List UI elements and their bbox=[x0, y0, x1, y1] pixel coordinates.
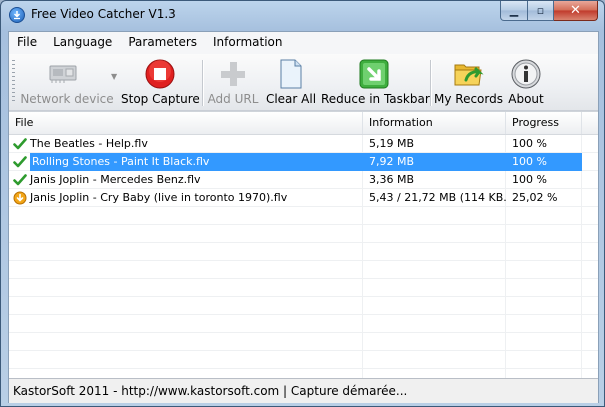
minimize-icon: ▁ bbox=[509, 4, 519, 17]
reduce-taskbar-label: Reduce in Taskbar bbox=[321, 92, 430, 106]
menu-file[interactable]: File bbox=[9, 32, 45, 54]
menu-information[interactable]: Information bbox=[205, 32, 290, 54]
file-information: 5,43 / 21,72 MB (114 KB... bbox=[369, 191, 506, 204]
download-app-icon bbox=[9, 7, 25, 23]
file-name: Janis Joplin - Mercedes Benz.flv bbox=[30, 173, 201, 186]
stop-icon bbox=[145, 59, 175, 89]
blank-document-icon bbox=[280, 59, 302, 89]
close-button[interactable]: ✕ bbox=[554, 1, 598, 21]
file-information: 7,92 MB bbox=[363, 153, 506, 171]
file-information: 5,19 MB bbox=[369, 137, 415, 150]
network-card-icon bbox=[49, 65, 77, 83]
check-icon bbox=[13, 138, 27, 150]
file-name: Janis Joplin - Cry Baby (live in toronto… bbox=[30, 191, 288, 204]
about-button[interactable]: About bbox=[505, 56, 547, 108]
table-row[interactable]: The Beatles - Help.flv 5,19 MB 100 % bbox=[9, 135, 598, 153]
my-records-button[interactable]: My Records bbox=[434, 56, 503, 108]
folder-arrow-icon bbox=[454, 64, 484, 86]
info-icon bbox=[511, 59, 541, 89]
clear-all-label: Clear All bbox=[265, 92, 317, 106]
add-url-label: Add URL bbox=[207, 92, 259, 106]
file-progress: 100 % bbox=[506, 153, 582, 171]
toolbar-separator bbox=[202, 60, 203, 106]
minimize-button[interactable]: ▁ bbox=[500, 1, 528, 21]
file-progress: 100 % bbox=[512, 173, 547, 186]
window-title: Free Video Catcher V1.3 bbox=[31, 7, 176, 21]
stop-capture-button[interactable]: Stop Capture bbox=[121, 56, 200, 108]
close-icon: ✕ bbox=[570, 3, 581, 18]
column-header-progress[interactable]: Progress bbox=[506, 112, 582, 134]
reduce-taskbar-button[interactable]: Reduce in Taskbar bbox=[321, 56, 430, 108]
status-text: KastorSoft 2011 - http://www.kastorsoft.… bbox=[13, 384, 408, 398]
minimize-to-tray-icon bbox=[359, 59, 389, 89]
table-row[interactable]: Janis Joplin - Mercedes Benz.flv 3,36 MB… bbox=[9, 171, 598, 189]
maximize-button[interactable]: ▫ bbox=[528, 1, 554, 21]
file-progress: 100 % bbox=[512, 137, 547, 150]
app-window: Free Video Catcher V1.3 ▁ ▫ ✕ File Langu… bbox=[0, 0, 605, 407]
file-information: 3,36 MB bbox=[369, 173, 415, 186]
list-header: File Information Progress bbox=[9, 112, 598, 135]
menu-language[interactable]: Language bbox=[45, 32, 120, 54]
network-device-label: Network device bbox=[20, 92, 114, 106]
file-progress: 25,02 % bbox=[512, 191, 558, 204]
file-name: Rolling Stones - Paint It Black.flv bbox=[30, 153, 363, 171]
stop-capture-label: Stop Capture bbox=[121, 92, 200, 106]
check-icon bbox=[13, 174, 27, 186]
client-area: File Language Parameters Information ▼ N… bbox=[8, 31, 599, 403]
status-bar: KastorSoft 2011 - http://www.kastorsoft.… bbox=[9, 378, 598, 403]
table-row-selected[interactable]: Rolling Stones - Paint It Black.flv 7,92… bbox=[9, 153, 598, 171]
table-row[interactable]: Janis Joplin - Cry Baby (live in toronto… bbox=[9, 189, 598, 207]
clear-all-button[interactable]: Clear All bbox=[264, 56, 318, 108]
network-device-button[interactable]: ▼ Network device bbox=[17, 56, 117, 108]
about-label: About bbox=[508, 92, 544, 106]
capture-list[interactable]: File Information Progress The Beatles - … bbox=[9, 111, 598, 379]
toolbar-separator bbox=[430, 60, 431, 106]
downloading-icon bbox=[13, 191, 27, 205]
add-url-button[interactable]: Add URL bbox=[206, 56, 260, 108]
toolbar: ▼ Network device Stop Capture Add URL Cl… bbox=[9, 54, 598, 111]
dropdown-arrow-icon[interactable]: ▼ bbox=[111, 72, 117, 81]
list-rows: The Beatles - Help.flv 5,19 MB 100 % Rol… bbox=[9, 135, 598, 207]
plus-icon bbox=[221, 62, 245, 86]
check-icon bbox=[13, 156, 27, 168]
menu-bar: File Language Parameters Information bbox=[9, 32, 598, 54]
maximize-icon: ▫ bbox=[536, 4, 545, 17]
menu-parameters[interactable]: Parameters bbox=[120, 32, 205, 54]
title-bar[interactable]: Free Video Catcher V1.3 ▁ ▫ ✕ bbox=[1, 1, 604, 31]
toolbar-grip[interactable] bbox=[12, 60, 15, 104]
column-header-file[interactable]: File bbox=[9, 112, 363, 134]
column-header-information[interactable]: Information bbox=[363, 112, 506, 134]
my-records-label: My Records bbox=[434, 92, 503, 106]
file-name: The Beatles - Help.flv bbox=[30, 137, 148, 150]
